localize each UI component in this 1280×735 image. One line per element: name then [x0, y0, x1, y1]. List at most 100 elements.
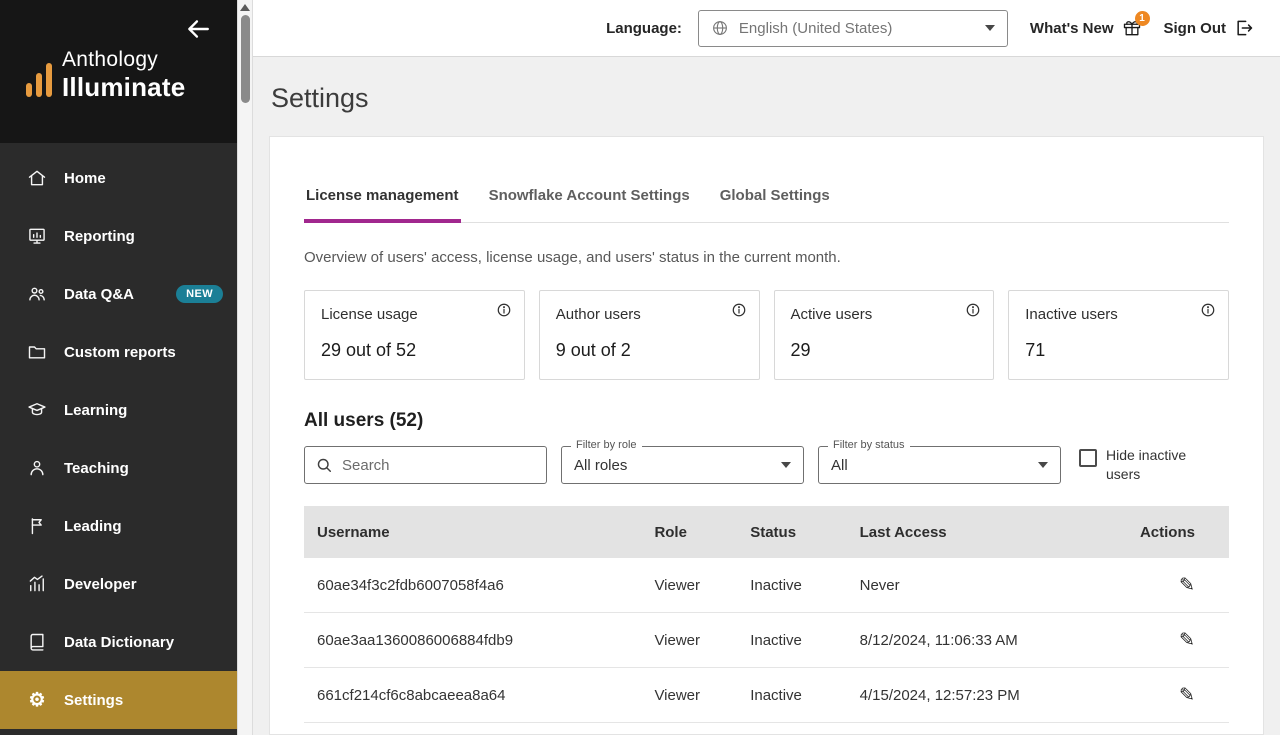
all-users-heading: All users (52)	[304, 410, 424, 431]
stat-label: Active users	[790, 306, 873, 323]
people-chat-icon	[26, 284, 48, 304]
col-header-username: Username	[317, 523, 390, 541]
folder-icon	[26, 342, 48, 362]
col-header-last-access: Last Access	[859, 523, 947, 541]
bar-chart-icon	[26, 574, 48, 594]
cell-role: Viewer	[654, 631, 701, 649]
info-icon[interactable]	[731, 302, 747, 318]
table-row: 60ae3aa1360086006884fdb9 Viewer Inactive…	[304, 613, 1229, 668]
overview-text: Overview of users' access, license usage…	[304, 249, 841, 266]
notification-count-badge: 1	[1134, 11, 1150, 26]
col-header-role: Role	[654, 523, 687, 541]
stat-value: 71	[1025, 340, 1046, 360]
sign-out-icon	[1234, 18, 1254, 38]
stat-label: Inactive users	[1025, 306, 1118, 323]
scrollbar-thumb[interactable]	[240, 15, 250, 103]
sidebar-item-label: Custom reports	[64, 343, 176, 361]
search-input[interactable]	[342, 456, 535, 474]
sidebar-item-teaching[interactable]: Teaching	[0, 439, 237, 497]
filters-row: Filter by role All roles Filter by statu…	[304, 439, 1229, 484]
stat-value: 9 out of 2	[555, 340, 631, 360]
topbar: Language: English (United States) What's…	[253, 0, 1280, 57]
graduation-cap-icon	[26, 400, 48, 420]
stat-card-active-users: Active users 29	[773, 290, 995, 380]
stat-label: Author users	[555, 306, 641, 323]
arrow-left-icon	[185, 16, 211, 42]
sidebar-item-data-qa[interactable]: Data Q&A NEW	[0, 265, 237, 323]
logo-text-line2: Illuminate	[62, 72, 186, 102]
sign-out-label: Sign Out	[1163, 19, 1227, 37]
status-filter-dropdown[interactable]: Filter by status All	[818, 439, 1061, 484]
gear-icon: ⚙	[28, 689, 46, 711]
sidebar-item-label: Developer	[64, 575, 137, 593]
cell-status: Inactive	[750, 631, 802, 649]
stat-cards: License usage 29 out of 52 Author users …	[304, 290, 1229, 380]
edit-user-button[interactable]: ✎	[1179, 576, 1195, 595]
sidebar-item-developer[interactable]: Developer	[0, 555, 237, 613]
sidebar-item-label: Leading	[64, 517, 122, 535]
chevron-down-icon	[1038, 462, 1048, 468]
table-header-row: Username Role Status Last Access Actions	[304, 506, 1229, 558]
sidebar-item-reporting[interactable]: Reporting	[0, 207, 237, 265]
sidebar-item-label: Data Q&A	[64, 285, 135, 303]
tab-snowflake-account-settings[interactable]: Snowflake Account Settings	[487, 187, 692, 223]
status-filter-label: Filter by status	[828, 439, 910, 451]
sign-out-button[interactable]: Sign Out	[1164, 18, 1255, 38]
app-window: Anthology Illuminate Home Reporting Data…	[0, 0, 1280, 735]
cell-status: Inactive	[750, 576, 802, 594]
chevron-down-icon	[781, 462, 791, 468]
chevron-down-icon	[984, 25, 995, 31]
edit-user-button[interactable]: ✎	[1179, 686, 1195, 705]
sidebar-item-settings[interactable]: ⚙ Settings	[0, 671, 237, 729]
col-header-status: Status	[750, 523, 797, 541]
tab-license-management[interactable]: License management	[304, 187, 461, 223]
logo-text-line1: Anthology	[62, 48, 159, 71]
stat-value: 29	[790, 340, 811, 360]
hide-inactive-checkbox[interactable]	[1079, 449, 1097, 468]
tab-bar: License management Snowflake Account Set…	[304, 187, 1229, 223]
sidebar-item-label: Learning	[64, 401, 128, 419]
home-icon	[26, 168, 48, 188]
flag-icon	[26, 516, 48, 536]
content-area: Settings License management Snowflake Ac…	[253, 57, 1280, 735]
sidebar-item-label: Reporting	[64, 227, 135, 245]
col-header-actions: Actions	[1139, 523, 1195, 541]
sidebar: Anthology Illuminate Home Reporting Data…	[0, 0, 237, 735]
settings-card: License management Snowflake Account Set…	[269, 136, 1264, 735]
sidebar-item-label: Teaching	[64, 459, 129, 477]
cell-username: 661cf214cf6c8abcaeea8a64	[317, 686, 506, 704]
whats-new-button[interactable]: What's New 1	[1029, 11, 1150, 38]
stat-label: License usage	[321, 306, 418, 323]
logo-bars-icon	[26, 63, 52, 103]
info-icon[interactable]	[1200, 302, 1216, 318]
scroll-up-arrow[interactable]	[240, 4, 250, 11]
role-filter-value: All roles	[574, 456, 628, 474]
collapse-sidebar-button[interactable]	[185, 16, 211, 42]
role-filter-label: Filter by role	[571, 439, 642, 451]
book-icon	[26, 632, 48, 652]
hide-inactive-control: Hide inactive users	[1079, 446, 1200, 484]
table-row: 661cf214cf6c8abcaeea8a64 Viewer Inactive…	[304, 668, 1229, 723]
sidebar-item-data-dictionary[interactable]: Data Dictionary	[0, 613, 237, 671]
language-value: English (United States)	[738, 19, 893, 37]
cell-last-access: 4/15/2024, 12:57:23 PM	[859, 686, 1020, 704]
sidebar-item-label: Settings	[64, 691, 124, 709]
sidebar-item-home[interactable]: Home	[0, 149, 237, 207]
sidebar-item-learning[interactable]: Learning	[0, 381, 237, 439]
vertical-scrollbar[interactable]	[237, 0, 253, 735]
globe-icon	[711, 19, 729, 37]
cell-last-access: Never	[859, 576, 900, 594]
person-icon	[26, 458, 48, 478]
whats-new-label: What's New	[1029, 19, 1114, 37]
language-select[interactable]: English (United States)	[697, 9, 1008, 47]
info-icon[interactable]	[965, 302, 981, 318]
cell-username: 60ae3aa1360086006884fdb9	[317, 631, 514, 649]
edit-user-button[interactable]: ✎	[1179, 631, 1195, 650]
status-filter-value: All	[831, 456, 848, 474]
tab-global-settings[interactable]: Global Settings	[718, 187, 832, 223]
role-filter-dropdown[interactable]: Filter by role All roles	[561, 439, 804, 484]
sidebar-item-leading[interactable]: Leading	[0, 497, 237, 555]
sidebar-item-custom-reports[interactable]: Custom reports	[0, 323, 237, 381]
hide-inactive-label: Hide inactive users	[1106, 447, 1187, 482]
info-icon[interactable]	[496, 302, 512, 318]
